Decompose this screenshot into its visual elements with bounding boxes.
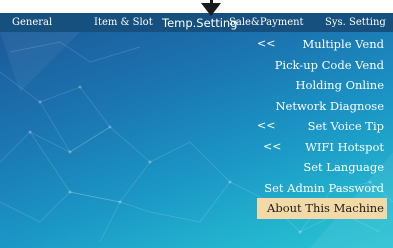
pointer-arrow-icon (201, 3, 221, 16)
collapse-arrow-icon: << (257, 119, 276, 132)
menu-item-label: WIFI Hotspot (305, 139, 384, 154)
menu-item-label: Multiple Vend (302, 37, 384, 51)
menu-item-label: Network Diagnose (275, 98, 384, 113)
menu-item-about-this-machine[interactable]: About This Machine (257, 198, 387, 219)
tab-bar: General Item & Slot Temp.Setting Sale&Pa… (0, 13, 393, 32)
tab-temp-setting[interactable]: Temp.Setting (162, 13, 237, 32)
menu-item-set-admin-password[interactable]: Set Admin Password (257, 178, 387, 199)
tab-item-slot[interactable]: Item & Slot (94, 13, 153, 32)
system-settings-menu: << Multiple Vend Pick-up Code Vend Holdi… (257, 34, 387, 219)
menu-item-label: Set Voice Tip (307, 119, 384, 133)
menu-item-set-voice-tip[interactable]: << Set Voice Tip (257, 116, 387, 137)
menu-item-label: About This Machine (267, 201, 384, 215)
menu-item-network-diagnose[interactable]: Network Diagnose (257, 96, 387, 117)
menu-item-multiple-vend[interactable]: << Multiple Vend (257, 34, 387, 55)
tab-general[interactable]: General (12, 13, 52, 32)
menu-item-label: Set Language (303, 160, 384, 174)
tab-sys-setting[interactable]: Sys. Setting (325, 13, 386, 32)
menu-item-set-language[interactable]: Set Language (257, 157, 387, 178)
tab-sale-payment[interactable]: Sale&Payment (229, 13, 304, 32)
menu-item-wifi-hotspot[interactable]: << WIFI Hotspot (257, 137, 387, 158)
collapse-arrow-icon: << (263, 139, 282, 153)
menu-item-label: Pick-up Code Vend (274, 57, 384, 72)
menu-item-pickup-code-vend[interactable]: Pick-up Code Vend (257, 55, 387, 76)
collapse-arrow-icon: << (257, 37, 276, 50)
settings-panel: << Multiple Vend Pick-up Code Vend Holdi… (0, 32, 393, 248)
menu-item-holding-online[interactable]: Holding Online (257, 75, 387, 96)
menu-item-label: Set Admin Password (264, 180, 384, 195)
menu-item-label: Holding Online (295, 78, 385, 92)
